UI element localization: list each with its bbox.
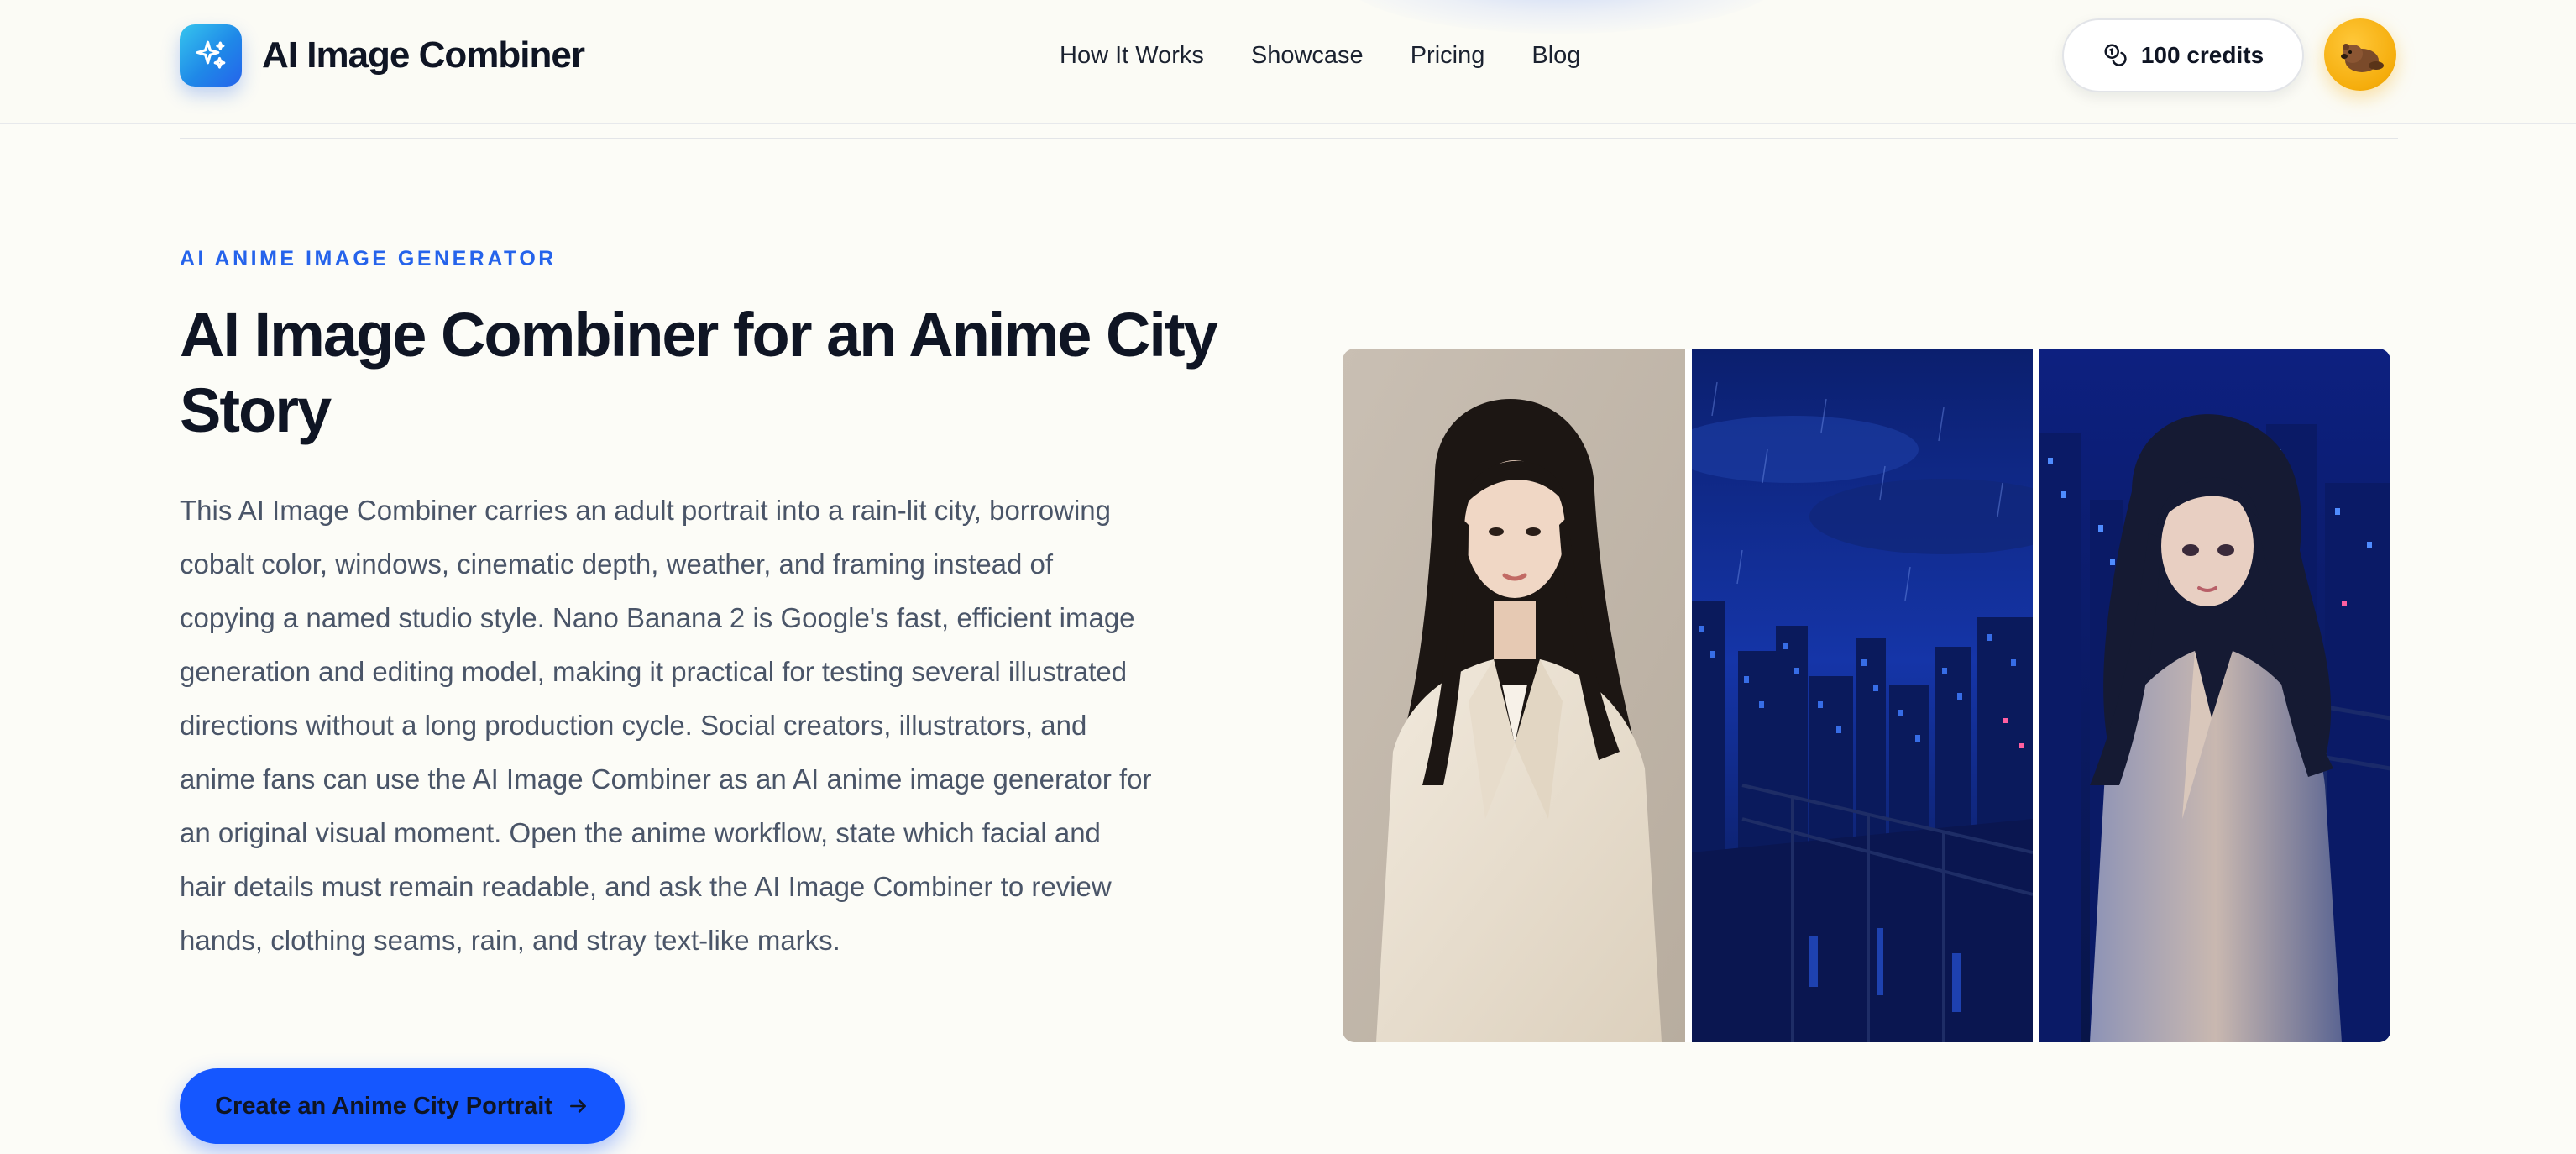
hero-eyebrow: AI ANIME IMAGE GENERATOR	[180, 247, 557, 270]
brand-name: AI Image Combiner	[262, 34, 585, 76]
credits-label: 100 credits	[2140, 42, 2264, 68]
user-avatar[interactable]	[2324, 18, 2396, 91]
page-title: AI Image Combiner for an Anime City Stor…	[180, 300, 1218, 445]
credits-button[interactable]: 100 credits	[2062, 18, 2304, 92]
example-image-strip	[1343, 349, 2390, 1042]
page: AI Image Combiner How It Works Showcase …	[0, 0, 2576, 1154]
nav-pricing[interactable]: Pricing	[1411, 37, 1485, 74]
create-anime-portrait-button[interactable]: Create an Anime City Portrait	[180, 1068, 625, 1144]
main-nav: How It Works Showcase Pricing Blog	[1060, 37, 1627, 74]
input-portrait-image	[1343, 349, 1685, 1042]
nav-how-it-works[interactable]: How It Works	[1060, 37, 1204, 74]
site-header: AI Image Combiner How It Works Showcase …	[0, 0, 2576, 124]
coins-icon	[2102, 42, 2128, 70]
input-rainy-city-image	[1692, 349, 2033, 1042]
header-glow	[1343, 0, 1780, 34]
cta-label: Create an Anime City Portrait	[215, 1092, 552, 1120]
beaver-avatar-icon	[2341, 44, 2384, 72]
output-anime-portrait-image	[2039, 349, 2390, 1042]
hero-description: This AI Image Combiner carries an adult …	[180, 495, 1152, 956]
nav-showcase[interactable]: Showcase	[1251, 37, 1364, 74]
nav-blog[interactable]: Blog	[1531, 37, 1580, 74]
sparkles-icon	[180, 24, 242, 87]
brand-link[interactable]: AI Image Combiner	[180, 24, 585, 87]
header-divider	[180, 138, 2398, 139]
arrow-right-icon	[568, 1095, 589, 1117]
